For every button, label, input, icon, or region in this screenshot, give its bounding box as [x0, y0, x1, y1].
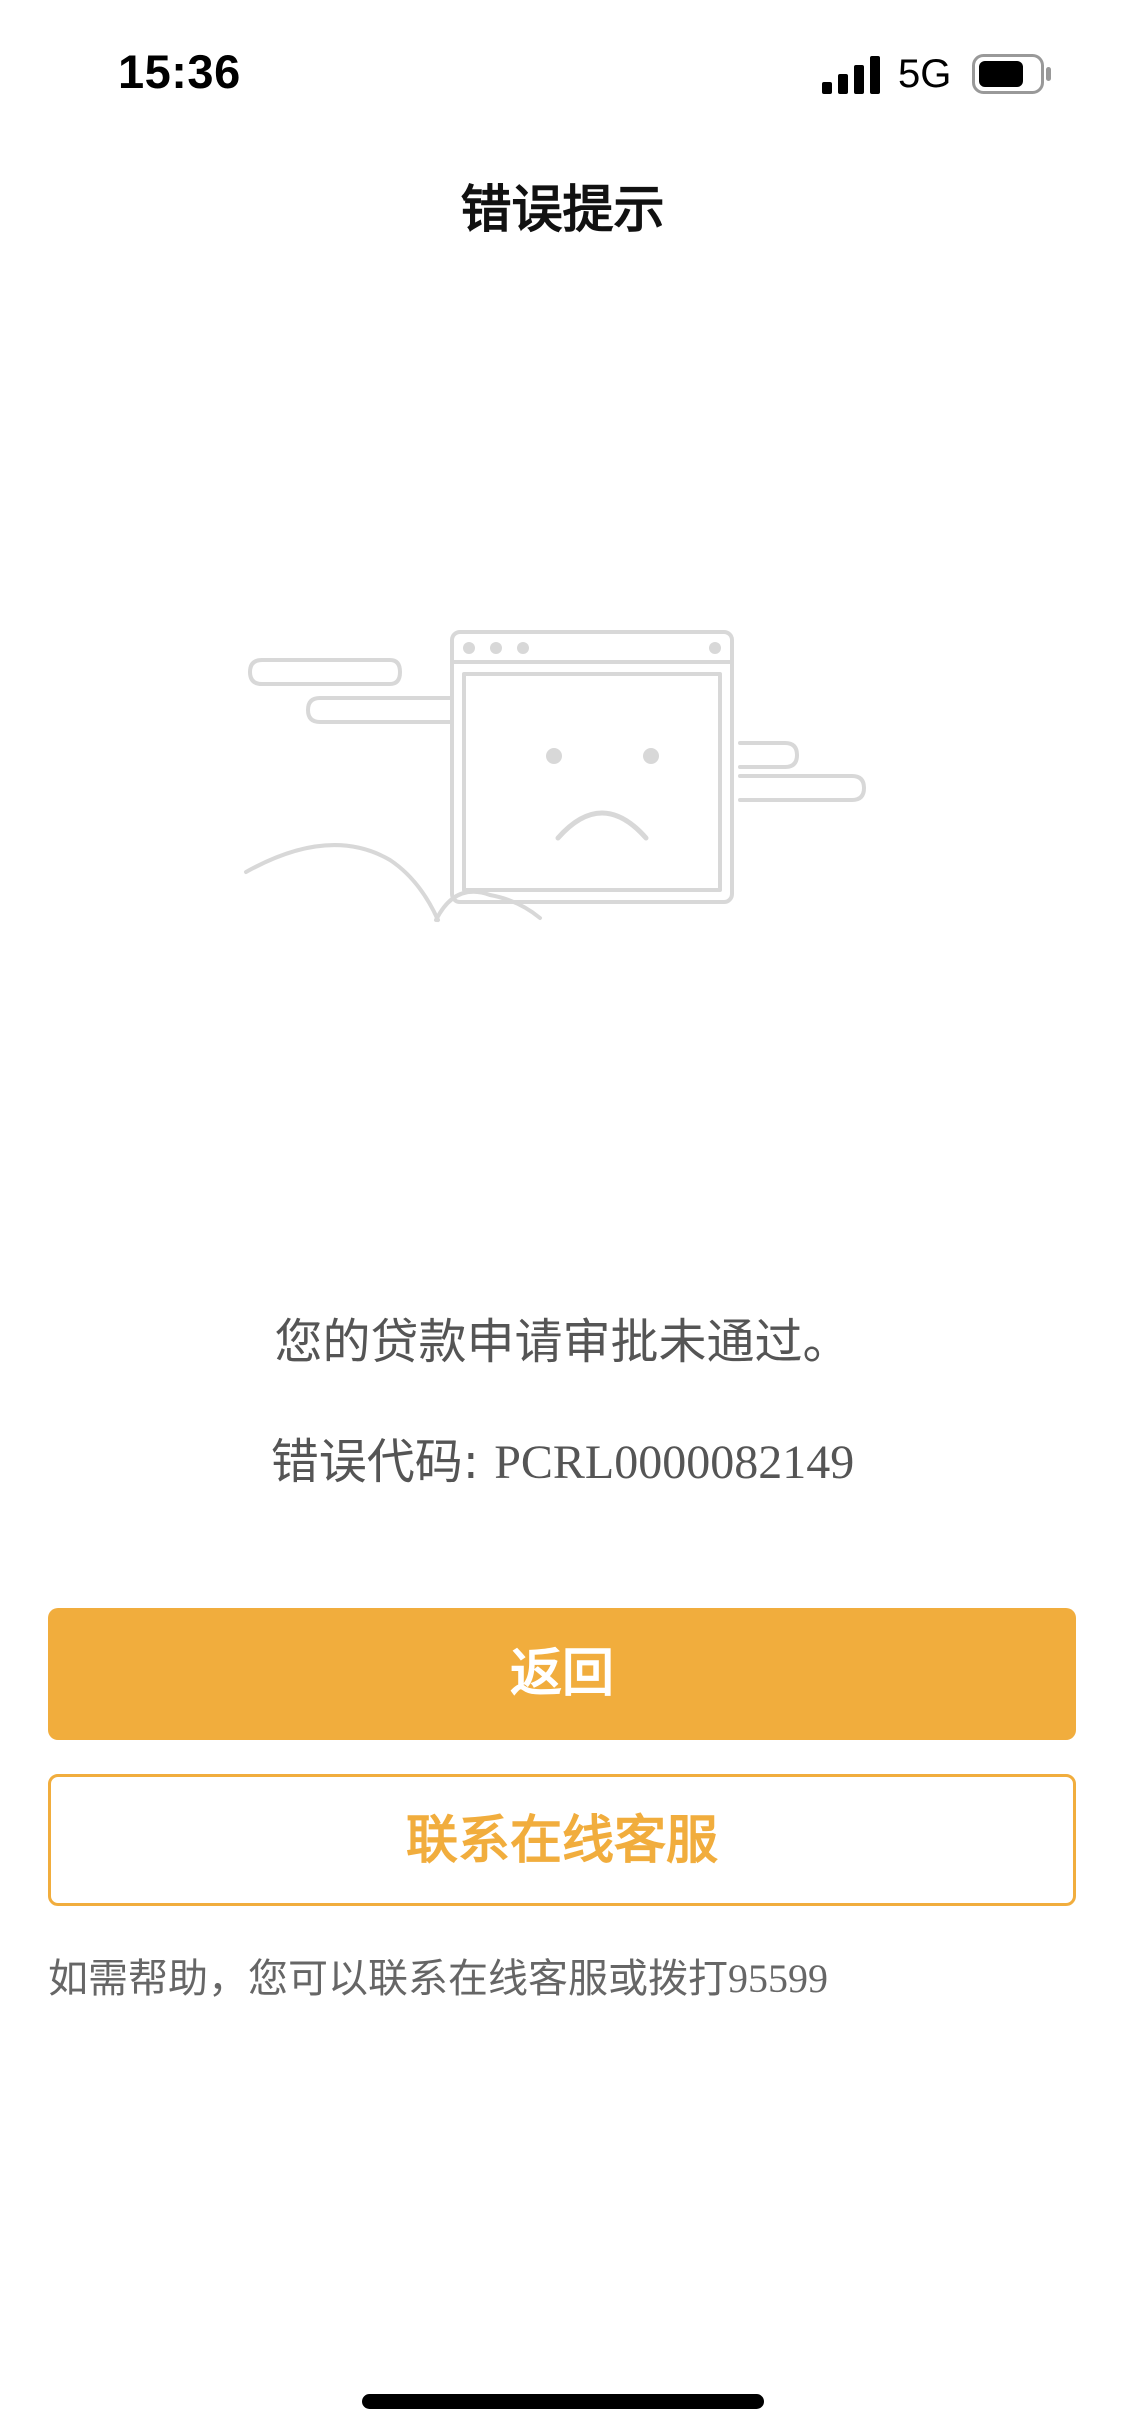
status-bar: 15:36 5G [0, 0, 1125, 140]
error-code: 错误代码: PCRL0000082149 [0, 1422, 1125, 1492]
error-message: 您的贷款申请审批未通过。 [274, 1314, 851, 1370]
signal-icon [822, 56, 880, 94]
status-time: 15:36 [118, 45, 241, 98]
help-phone-number[interactable]: 95599 [728, 1956, 828, 2001]
help-text-label: 如需帮助，您可以联系在线客服或拨打 [48, 1956, 728, 2002]
sad-browser-window-icon [244, 630, 866, 922]
contact-service-button[interactable]: 联系在线客服 [48, 1774, 1076, 1906]
help-text: 如需帮助，您可以联系在线客服或拨打95599 [48, 1946, 828, 2004]
home-indicator[interactable] [362, 2394, 764, 2409]
battery-icon [972, 54, 1051, 94]
error-code-label: 错误代码: [270, 1434, 495, 1490]
back-button[interactable]: 返回 [48, 1608, 1076, 1740]
network-label: 5G [898, 52, 952, 96]
error-code-value: PCRL0000082149 [494, 1436, 855, 1489]
page-title: 错误提示 [460, 181, 665, 240]
